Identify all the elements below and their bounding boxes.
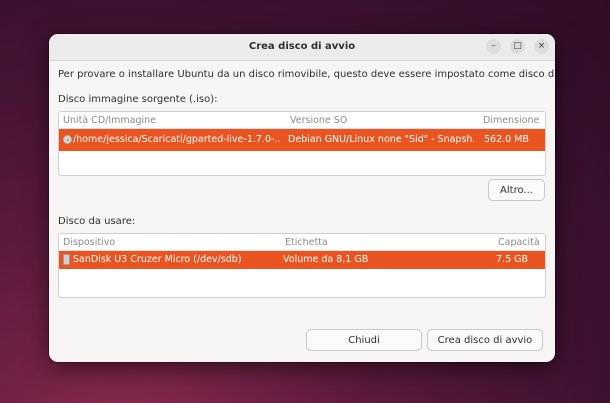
column-header-image[interactable]: Unità CD/Immagine — [63, 115, 156, 126]
maximize-icon[interactable]: □ — [510, 39, 525, 54]
minimize-icon[interactable]: – — [486, 39, 501, 54]
close-button[interactable]: Chiudi — [306, 329, 422, 351]
other-button[interactable]: Altro... — [488, 179, 545, 201]
title-bar[interactable]: Crea disco di avvio – □ × — [49, 34, 555, 61]
cd-image-icon — [63, 135, 72, 144]
column-header-label[interactable]: Etichetta — [285, 237, 328, 248]
usb-drive-icon — [63, 254, 70, 265]
close-icon[interactable]: × — [534, 39, 549, 54]
image-size: 562.0 MB — [484, 134, 529, 145]
startup-disk-creator-window: Crea disco di avvio – □ × Per provare o … — [49, 34, 555, 362]
target-table-header: Dispositivo Etichetta Capacità — [59, 234, 545, 251]
source-image-label: Disco immagine sorgente (.iso): — [58, 94, 218, 105]
table-row[interactable]: SanDisk U3 Cruzer Micro (/dev/sdb) Volum… — [59, 251, 545, 269]
source-table-header: Unità CD/Immagine Versione SO Dimensione — [59, 112, 545, 129]
volume-label: Volume da 8,1 GB — [283, 254, 369, 265]
column-header-capacity[interactable]: Capacità — [498, 237, 540, 248]
window-title: Crea disco di avvio — [248, 41, 356, 52]
os-version: Debian GNU/Linux none "Sid" - Snapsh... — [288, 134, 474, 145]
intro-text: Per provare o installare Ubuntu da un di… — [58, 69, 555, 80]
device-capacity: 7.5 GB — [496, 254, 529, 265]
table-row[interactable]: /home/jessica/Scaricati/gparted-live-1.7… — [59, 129, 545, 151]
target-disk-table[interactable]: Dispositivo Etichetta Capacità SanDisk U… — [58, 233, 546, 298]
target-disk-label: Disco da usare: — [58, 216, 136, 227]
column-header-os-version[interactable]: Versione SO — [290, 115, 347, 126]
column-header-size[interactable]: Dimensione — [483, 115, 539, 126]
image-path: /home/jessica/Scaricati/gparted-live-1.7… — [73, 134, 281, 145]
source-image-table[interactable]: Unità CD/Immagine Versione SO Dimensione… — [58, 111, 546, 176]
column-header-device[interactable]: Dispositivo — [63, 237, 115, 248]
create-startup-disk-button[interactable]: Crea disco di avvio — [427, 329, 543, 351]
device-name: SanDisk U3 Cruzer Micro (/dev/sdb) — [73, 254, 242, 265]
